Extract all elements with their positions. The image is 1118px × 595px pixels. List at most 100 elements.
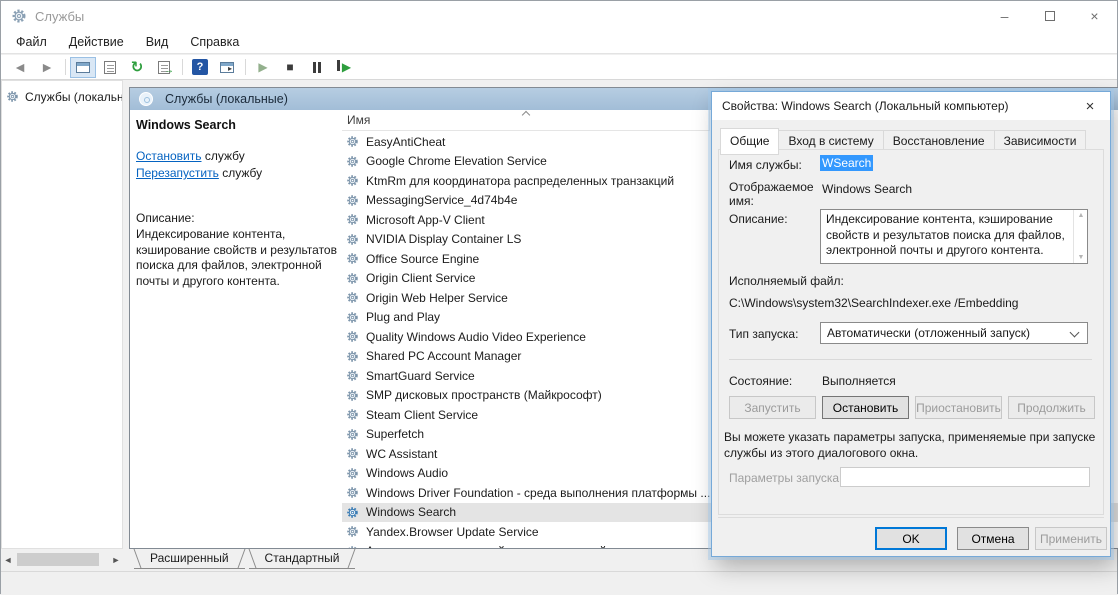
startup-type-dropdown[interactable]: Автоматически (отложенный запуск): [820, 322, 1088, 344]
service-gear-icon: [346, 330, 359, 343]
restart-service-link[interactable]: Перезапустить: [136, 166, 219, 180]
service-gear-icon: [346, 311, 359, 324]
service-name: Microsoft App-V Client: [366, 213, 485, 227]
service-name: SMP дисковых пространств (Майкрософт): [366, 388, 602, 402]
help-icon: ?: [192, 59, 208, 75]
pause-service-icon: [313, 62, 321, 73]
menu-item-file[interactable]: Файл: [5, 31, 58, 53]
service-gear-icon: [346, 506, 359, 519]
column-header-label: Имя: [347, 113, 370, 127]
close-button[interactable]: ×: [1072, 1, 1117, 31]
footer-separator: [718, 517, 1104, 518]
stop-service-suffix: службу: [202, 149, 245, 163]
service-name: NVIDIA Display Container LS: [366, 232, 521, 246]
cancel-button[interactable]: Отмена: [957, 527, 1029, 550]
status-bar: [1, 571, 1117, 595]
view-tabs: Расширенный Стандартный: [134, 549, 359, 569]
tree-horizontal-scrollbar[interactable]: ◄ ►: [1, 551, 123, 568]
close-icon: ×: [1090, 8, 1098, 24]
restart-service-icon: ▶: [337, 58, 351, 76]
dialog-close-icon: ×: [1086, 98, 1095, 115]
service-name: Origin Client Service: [366, 271, 475, 285]
start-button: Запустить: [729, 396, 816, 419]
service-name: Origin Web Helper Service: [366, 291, 508, 305]
minimize-button[interactable]: –: [982, 1, 1027, 31]
properties-button[interactable]: [97, 57, 123, 78]
scroll-left-icon[interactable]: ◄: [1, 555, 15, 565]
menu-item-action[interactable]: Действие: [58, 31, 135, 53]
stop-button[interactable]: Остановить: [822, 396, 909, 419]
refresh-button[interactable]: ↻: [124, 57, 150, 78]
service-gear-icon: [346, 525, 359, 538]
start-service-button: ▶: [250, 57, 276, 78]
service-gear-icon: [346, 155, 359, 168]
description-textarea-text: Индексирование контента, кэширование сво…: [826, 212, 1069, 259]
executable-label: Исполняемый файл:: [729, 274, 844, 288]
service-name-value[interactable]: WSearch: [820, 156, 873, 170]
startup-type-label: Тип запуска:: [729, 327, 798, 341]
tab-extended-view[interactable]: Расширенный: [134, 549, 245, 569]
refresh-icon: ↻: [131, 60, 144, 75]
console-tree-icon: [76, 62, 90, 73]
startup-params-input[interactable]: [840, 467, 1090, 487]
stop-service-link[interactable]: Остановить: [136, 149, 202, 163]
service-name: Windows Audio: [366, 466, 448, 480]
title-bar: Службы – ×: [1, 1, 1117, 31]
window-title: Службы: [35, 9, 84, 24]
column-header-name[interactable]: Имя: [342, 110, 710, 131]
service-name: Автоматическая настройка сетевых устройс…: [366, 544, 624, 548]
scrollbar-thumb[interactable]: [17, 553, 99, 566]
description-scrollbar[interactable]: ▲ ▼: [1073, 210, 1087, 263]
service-description-pane: Windows Search Остановить службу Перезап…: [130, 110, 342, 548]
stop-service-icon: ■: [286, 60, 293, 74]
ok-button[interactable]: OK: [875, 527, 947, 550]
service-gear-icon: [346, 486, 359, 499]
chevron-down-icon: [1070, 328, 1080, 338]
maximize-button[interactable]: [1027, 1, 1072, 31]
startup-params-label: Параметры запуска:: [729, 471, 842, 485]
service-gear-icon: [346, 408, 359, 421]
restart-service-button[interactable]: ▶: [331, 57, 357, 78]
selected-service-title: Windows Search: [136, 118, 236, 132]
service-gear-icon: [346, 291, 359, 304]
show-console-tree-button[interactable]: [70, 57, 96, 78]
service-name: Plug and Play: [366, 310, 440, 324]
restart-service-suffix: службу: [219, 166, 262, 180]
scroll-down-icon[interactable]: ▼: [1074, 254, 1088, 261]
tab-general[interactable]: Общие: [720, 128, 779, 155]
menu-item-view[interactable]: Вид: [135, 31, 180, 53]
extended-view-button[interactable]: [214, 57, 240, 78]
toolbar-separator: [182, 59, 183, 75]
menu-item-help[interactable]: Справка: [179, 31, 250, 53]
display-name-value: Windows Search: [822, 182, 912, 196]
stop-service-button[interactable]: ■: [277, 57, 303, 78]
service-name-selected-text: WSearch: [820, 155, 873, 171]
export-list-button[interactable]: [151, 57, 177, 78]
service-name: MessagingService_4d74b4e: [366, 193, 517, 207]
status-value: Выполняется: [822, 374, 896, 388]
toolbar-separator: [245, 59, 246, 75]
pause-service-button[interactable]: [304, 57, 330, 78]
sort-ascending-icon: [522, 111, 530, 119]
service-gear-icon: [346, 135, 359, 148]
scroll-right-icon[interactable]: ►: [109, 555, 123, 565]
dialog-close-button[interactable]: ×: [1070, 92, 1110, 120]
service-gear-icon: [346, 272, 359, 285]
properties-dialog: Свойства: Windows Search (Локальный комп…: [711, 91, 1111, 557]
service-gear-icon: [346, 194, 359, 207]
description-textarea[interactable]: Индексирование контента, кэширование сво…: [820, 209, 1088, 264]
pause-button: Приостановить: [915, 396, 1002, 419]
back-button[interactable]: ◄: [7, 57, 33, 78]
toolbar: ◄ ► ↻ ? ▶ ■ ▶: [1, 55, 1117, 80]
tab-standard-view[interactable]: Стандартный: [249, 549, 356, 569]
scroll-up-icon[interactable]: ▲: [1074, 212, 1088, 219]
maximize-icon: [1045, 11, 1055, 21]
service-name: WC Assistant: [366, 447, 437, 461]
tree-item-label: Службы (локальные): [25, 90, 122, 104]
executable-path: C:\Windows\system32\SearchIndexer.exe /E…: [729, 296, 1018, 310]
tree-item-services-local[interactable]: Службы (локальные): [2, 86, 122, 107]
forward-button[interactable]: ►: [34, 57, 60, 78]
help-button[interactable]: ?: [187, 57, 213, 78]
console-header-title: Службы (локальные): [165, 92, 288, 106]
service-name: Superfetch: [366, 427, 424, 441]
